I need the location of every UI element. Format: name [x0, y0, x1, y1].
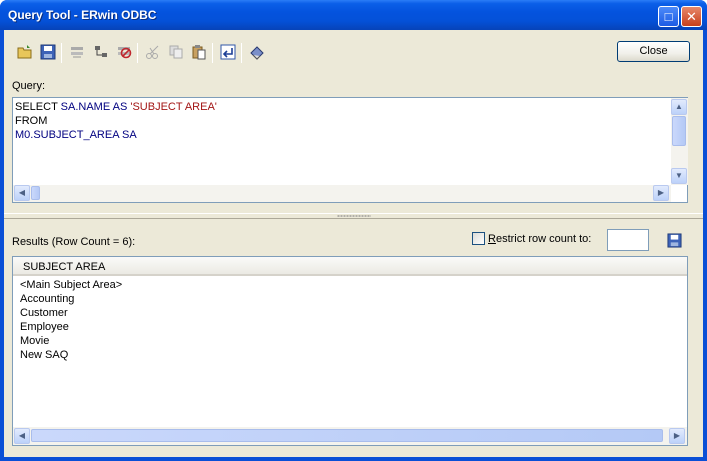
- restrict-label-rest: estrict row count to:: [495, 233, 592, 245]
- clear-icon[interactable]: [249, 44, 265, 60]
- cut-icon[interactable]: [145, 44, 161, 60]
- scroll-right-button[interactable]: ▶: [653, 185, 669, 201]
- restrict-access-key: R: [488, 233, 496, 245]
- scroll-down-button[interactable]: ▼: [671, 168, 687, 184]
- maximize-button[interactable]: □: [658, 6, 679, 27]
- maximize-icon: □: [664, 9, 673, 24]
- restrict-row-count-label[interactable]: Restrict row count to:: [488, 233, 591, 245]
- title-bar[interactable]: Query Tool - ERwin ODBC □ ✕: [0, 0, 707, 30]
- row-count-input[interactable]: [607, 229, 649, 251]
- result-row[interactable]: Employee: [20, 321, 69, 335]
- scroll-right-button[interactable]: ▶: [669, 428, 685, 444]
- results-horizontal-scrollbar[interactable]: ◀ ▶: [13, 427, 687, 445]
- results-grid[interactable]: SUBJECT AREA <Main Subject Area> Account…: [12, 256, 688, 446]
- scroll-up-button[interactable]: ▲: [671, 99, 687, 115]
- chevron-up-icon: ▲: [675, 102, 683, 111]
- sql-keyword-select: SELECT: [15, 101, 61, 113]
- result-row[interactable]: <Main Subject Area>: [20, 279, 122, 293]
- query-tool-window: Query Tool - ERwin ODBC □ ✕ Close Query:…: [0, 0, 707, 461]
- copy-icon[interactable]: [168, 44, 184, 60]
- column-header-label: SUBJECT AREA: [23, 261, 106, 273]
- disconnect-icon[interactable]: [116, 44, 132, 60]
- chevron-right-icon: ▶: [673, 431, 681, 440]
- client-area: Close Query: SELECT SA.NAME AS 'SUBJECT …: [4, 30, 703, 457]
- toolbar-separator: [137, 43, 138, 63]
- sql-table-ref: M0.SUBJECT_AREA SA: [15, 129, 137, 141]
- pane-splitter[interactable]: [4, 213, 703, 219]
- scroll-left-button[interactable]: ◀: [14, 428, 30, 444]
- scroll-thumb[interactable]: [672, 116, 686, 146]
- query-vertical-scrollbar[interactable]: ▲ ▼: [671, 98, 688, 185]
- close-icon: ✕: [686, 9, 697, 24]
- chevron-left-icon: ◀: [18, 431, 26, 440]
- toolbar-separator: [61, 43, 62, 63]
- query-label: Query:: [12, 80, 46, 92]
- window-close-button[interactable]: ✕: [681, 6, 702, 27]
- toolbar-separator: [212, 43, 213, 63]
- open-icon[interactable]: [17, 44, 33, 60]
- result-row[interactable]: New SAQ: [20, 349, 68, 363]
- scroll-thumb[interactable]: [31, 186, 40, 200]
- tree-icon[interactable]: [93, 44, 109, 60]
- results-label: Results (Row Count = 6):: [12, 236, 136, 248]
- query-editor[interactable]: SELECT SA.NAME AS 'SUBJECT AREA' FROM M0…: [12, 97, 688, 203]
- sql-keyword-from: FROM: [15, 115, 48, 127]
- toolbar-separator: [241, 43, 242, 63]
- connect-icon[interactable]: [69, 44, 85, 60]
- scroll-left-button[interactable]: ◀: [14, 185, 30, 201]
- save-icon[interactable]: [40, 44, 56, 60]
- query-text[interactable]: SELECT SA.NAME AS 'SUBJECT AREA' FROM M0…: [15, 100, 669, 184]
- chevron-down-icon: ▼: [675, 171, 683, 180]
- sql-identifier: SA.NAME AS: [60, 101, 131, 113]
- result-row[interactable]: Customer: [20, 307, 68, 321]
- chevron-left-icon: ◀: [18, 188, 26, 197]
- chevron-right-icon: ▶: [657, 188, 665, 197]
- result-row[interactable]: Movie: [20, 335, 49, 349]
- query-horizontal-scrollbar[interactable]: ◀ ▶: [13, 185, 671, 202]
- close-button[interactable]: Close: [617, 41, 690, 62]
- execute-icon[interactable]: [220, 44, 236, 60]
- sql-string-literal: 'SUBJECT AREA': [130, 101, 217, 113]
- column-header-subject-area[interactable]: SUBJECT AREA: [13, 257, 687, 276]
- scroll-thumb[interactable]: [31, 429, 663, 442]
- result-row[interactable]: Accounting: [20, 293, 74, 307]
- window-title: Query Tool - ERwin ODBC: [8, 8, 157, 22]
- restrict-row-count-checkbox[interactable]: [472, 232, 485, 245]
- save-results-icon[interactable]: [667, 233, 682, 248]
- paste-icon[interactable]: [191, 44, 207, 60]
- splitter-grip[interactable]: [337, 215, 371, 217]
